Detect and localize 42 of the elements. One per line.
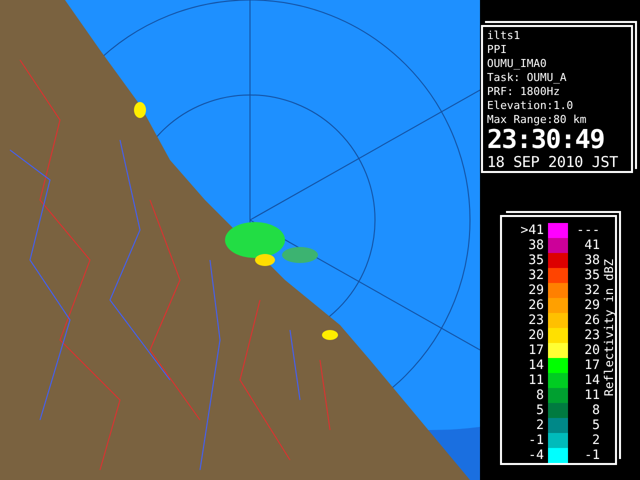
legend-label: 35 [583, 268, 600, 283]
legend-label: 26 [583, 313, 600, 328]
legend-label: 5 [591, 418, 600, 433]
legend-label: 38 [527, 238, 544, 253]
radar-info-text: Task: OUMU_A [487, 71, 568, 85]
legend-label: 2 [591, 433, 600, 448]
legend-label: 17 [527, 343, 544, 358]
legend-label: -1 [527, 433, 544, 448]
legend-label: >41 [520, 223, 544, 238]
legend-label: 38 [583, 253, 600, 268]
legend-label: 23 [583, 328, 600, 343]
time-text: 23:30:49 [487, 127, 606, 153]
legend-label: 29 [583, 298, 600, 313]
legend-label: 35 [527, 253, 544, 268]
legend-label: 5 [535, 403, 544, 418]
radar-info-text: ilts1 [487, 29, 522, 43]
legend-label: 20 [583, 343, 600, 358]
legend-label: -4 [527, 448, 544, 463]
legend-label: 41 [583, 238, 600, 253]
legend-label: 26 [527, 298, 544, 313]
date-text: 18 SEP 2010 JST [487, 153, 619, 171]
legend-label: 32 [583, 283, 600, 298]
legend-label: 14 [583, 373, 600, 388]
radar-info-text: OUMU_IMA0 [487, 57, 548, 71]
legend-label: 17 [583, 358, 600, 373]
radar-info-text: PPI [487, 43, 508, 57]
legend-title: Reflectivity in dBZ [602, 259, 616, 397]
legend-label: 8 [535, 388, 544, 403]
radar-info-text: Max Range:80 km [487, 113, 588, 127]
legend-label: 23 [527, 313, 544, 328]
legend-label: 29 [527, 283, 544, 298]
legend-label: 2 [535, 418, 544, 433]
legend-label: 11 [527, 373, 544, 388]
radar-info-text: Elevation:1.0 [487, 99, 574, 113]
legend-label: --- [576, 223, 600, 238]
legend-label: -1 [583, 448, 600, 463]
legend-label: 8 [591, 403, 600, 418]
legend-label: 14 [527, 358, 544, 373]
legend-label: 32 [527, 268, 544, 283]
legend-label: 20 [527, 328, 544, 343]
legend-label: 11 [583, 388, 600, 403]
radar-info-text: PRF: 1800Hz [487, 85, 561, 99]
